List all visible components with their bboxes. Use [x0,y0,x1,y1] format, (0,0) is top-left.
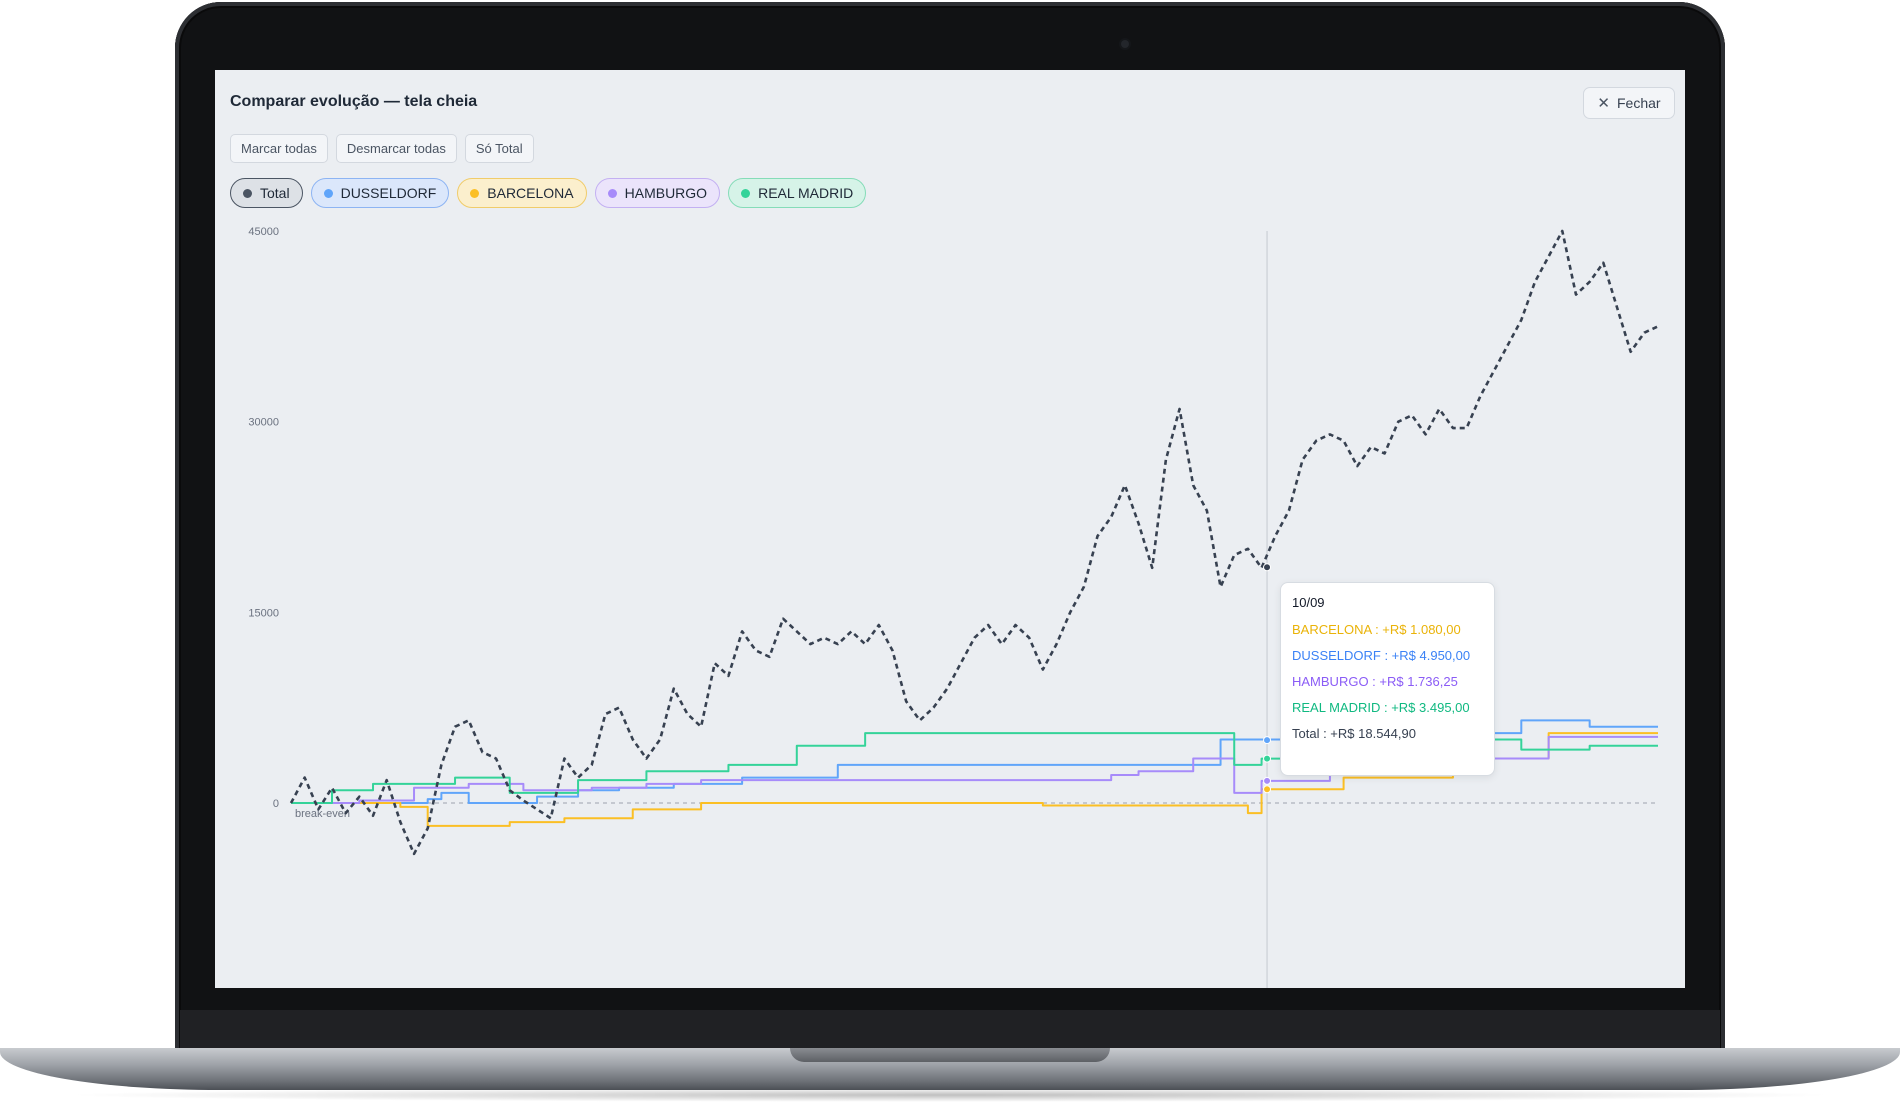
y-tick-label: 30000 [248,417,279,429]
tooltip-row-real-madrid: REAL MADRID : +R$ 3.495,00 [1292,700,1470,715]
hover-marker-dusseldorf [1263,736,1272,745]
close-button[interactable]: ✕ Fechar [1583,87,1675,119]
tooltip-row-barcelona: BARCELONA : +R$ 1.080,00 [1292,622,1461,637]
mark-all-button[interactable]: Marcar todas [230,134,328,163]
hover-marker-real-madrid [1263,754,1272,763]
chip-total[interactable]: Total [230,178,303,208]
y-tick-label: 0 [273,798,279,810]
selection-toolbar: Marcar todas Desmarcar todas Só Total [230,134,534,163]
chip-label: DUSSELDORF [340,185,437,201]
total-color-dot [243,188,252,198]
series-toggle-chips: Total DUSSELDORF BARCELONA HAMBURGO REAL… [230,178,867,208]
barcelona-color-dot [470,188,480,198]
laptop-hinge-notch [790,1048,1110,1062]
y-tick-label: 45000 [248,226,279,238]
chip-label: BARCELONA [487,185,574,201]
close-label: Fechar [1617,95,1661,111]
chip-label: REAL MADRID [758,185,854,201]
chip-label: Total [260,185,290,201]
modal-title: Comparar evolução — tela cheia [230,93,478,110]
break-even-label: break-even [295,808,350,820]
laptop-shadow [60,1088,1840,1102]
tooltip-row-dusseldorf: DUSSELDORF : +R$ 4.950,00 [1292,648,1471,663]
y-tick-label: 15000 [248,607,279,619]
dusseldorf-color-dot [323,188,333,198]
hover-marker-barcelona [1263,785,1272,794]
tooltip-row-total: Total : +R$ 18.544,90 [1292,726,1416,741]
chip-real-madrid[interactable]: REAL MADRID [728,178,867,208]
tooltip-row-hamburgo: HAMBURGO : +R$ 1.736,25 [1292,674,1458,689]
only-total-button[interactable]: Só Total [464,134,534,163]
hamburgo-color-dot [607,188,617,198]
chip-dusseldorf[interactable]: DUSSELDORF [310,178,450,208]
hover-marker-hamburgo [1263,776,1272,785]
chip-hamburgo[interactable]: HAMBURGO [594,178,721,208]
laptop-frame: 45000 30000 15000 0 break-even Comparar evol… [0,0,1900,1112]
hover-marker-total [1263,563,1272,572]
chip-barcelona[interactable]: BARCELONA [457,178,587,208]
webcam [1121,40,1129,48]
fullscreen-modal: 45000 30000 15000 0 break-even Comparar evol… [215,70,1685,988]
tooltip-date: 10/09 [1292,595,1325,610]
close-icon: ✕ [1597,94,1610,112]
unmark-all-button[interactable]: Desmarcar todas [335,134,457,163]
chip-label: HAMBURGO [624,185,708,201]
real-madrid-color-dot [741,188,751,198]
chart-tooltip: 10/09 BARCELONA : +R$ 1.080,00 DUSSELDOR… [1280,582,1495,776]
